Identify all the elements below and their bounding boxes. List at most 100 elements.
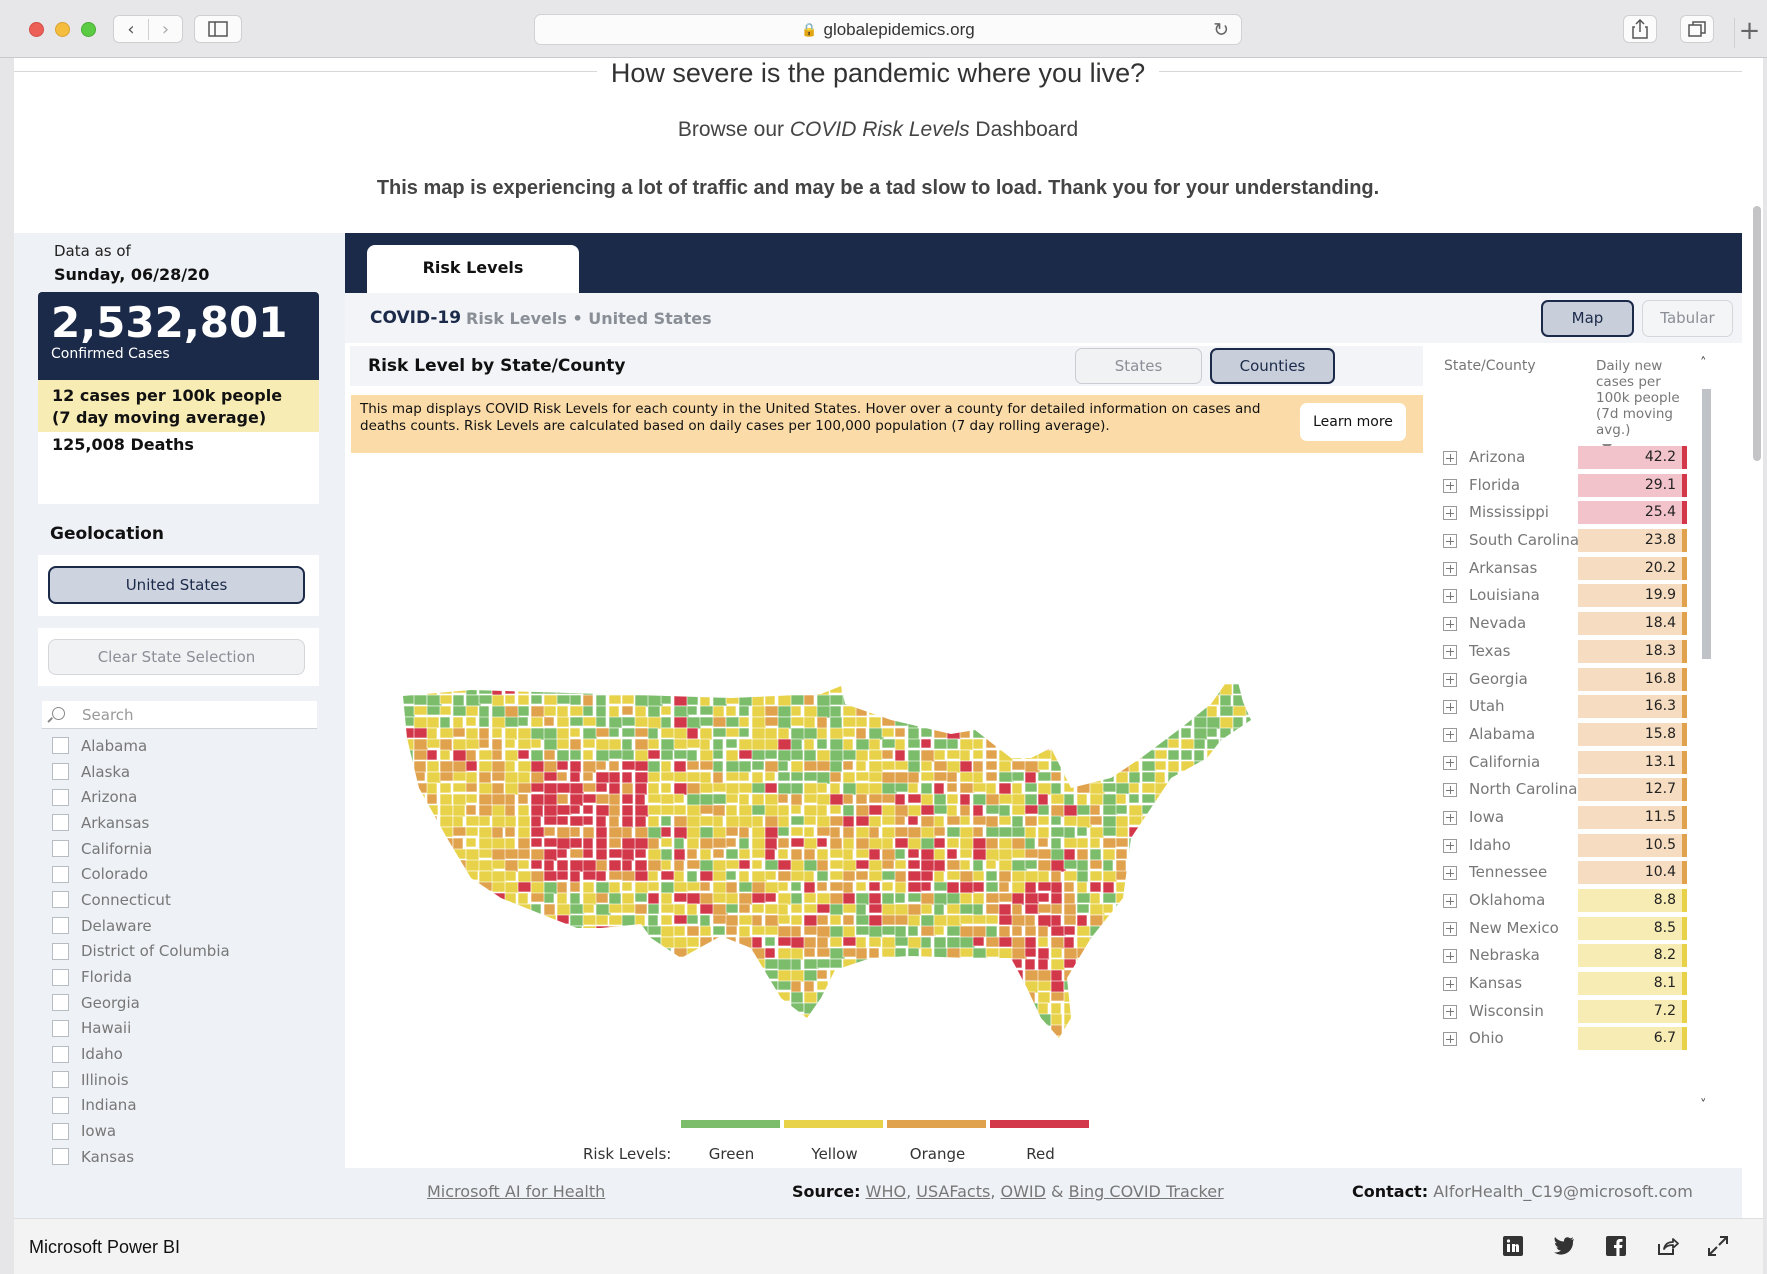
table-row[interactable]: Ohio 6.7 bbox=[1432, 1025, 1712, 1053]
state-checkbox[interactable] bbox=[52, 917, 69, 935]
map-view-button[interactable]: Map bbox=[1541, 300, 1634, 337]
state-checkbox[interactable] bbox=[52, 1122, 69, 1140]
linkedin-icon[interactable] bbox=[1501, 1234, 1525, 1258]
state-checkbox[interactable] bbox=[52, 865, 69, 883]
minimize-window-button[interactable] bbox=[55, 22, 70, 37]
facebook-icon[interactable] bbox=[1604, 1234, 1628, 1258]
share-report-icon[interactable] bbox=[1655, 1234, 1679, 1258]
state-checkbox[interactable] bbox=[52, 994, 69, 1012]
scroll-down-icon[interactable]: ˅ bbox=[1700, 1098, 1707, 1113]
county-risk-map[interactable] bbox=[351, 458, 1423, 1048]
state-filter-item[interactable]: Georgia bbox=[52, 990, 322, 1016]
table-row[interactable]: Mississippi 25.4 bbox=[1432, 499, 1712, 527]
table-row[interactable]: Alabama 15.8 bbox=[1432, 721, 1712, 749]
expand-icon[interactable] bbox=[1443, 672, 1457, 687]
expand-icon[interactable] bbox=[1443, 451, 1457, 465]
expand-icon[interactable] bbox=[1443, 617, 1457, 632]
state-checkbox[interactable] bbox=[52, 891, 69, 909]
state-checkbox[interactable] bbox=[52, 737, 69, 755]
new-tab-button[interactable]: + bbox=[1734, 18, 1764, 48]
table-row[interactable]: North Carolina 12.7 bbox=[1432, 776, 1712, 804]
state-checkbox[interactable] bbox=[52, 1148, 69, 1166]
state-filter-item[interactable]: Florida bbox=[52, 964, 322, 990]
state-checkbox[interactable] bbox=[52, 814, 69, 832]
table-row[interactable]: Oklahoma 8.8 bbox=[1432, 887, 1712, 915]
table-row[interactable]: California 13.1 bbox=[1432, 749, 1712, 777]
expand-icon[interactable] bbox=[1443, 727, 1457, 742]
learn-more-button[interactable]: Learn more bbox=[1300, 403, 1406, 441]
contact-email[interactable]: AIforHealth_C19@microsoft.com bbox=[1433, 1182, 1693, 1201]
state-checkbox[interactable] bbox=[52, 1019, 69, 1037]
tabular-view-button[interactable]: Tabular bbox=[1642, 300, 1733, 337]
expand-icon[interactable] bbox=[1443, 977, 1457, 992]
state-filter-item[interactable]: Kansas bbox=[52, 1144, 322, 1170]
table-row[interactable]: South Carolina 23.8 bbox=[1432, 527, 1712, 555]
state-search-input[interactable]: Search bbox=[42, 701, 317, 729]
state-filter-item[interactable]: Iowa bbox=[52, 1118, 322, 1144]
address-bar[interactable]: 🔒 globalepidemics.org ↻ bbox=[534, 14, 1242, 45]
table-row[interactable]: Idaho 10.5 bbox=[1432, 832, 1712, 860]
expand-icon[interactable] bbox=[1443, 755, 1457, 770]
united-states-button[interactable]: United States bbox=[48, 566, 305, 604]
source-link-usafacts[interactable]: USAFacts bbox=[916, 1182, 990, 1201]
forward-button[interactable]: › bbox=[147, 18, 182, 40]
state-checkbox[interactable] bbox=[52, 1071, 69, 1089]
table-row[interactable]: Louisiana 19.9 bbox=[1432, 582, 1712, 610]
table-row[interactable]: New Mexico 8.5 bbox=[1432, 915, 1712, 943]
table-row[interactable]: Iowa 11.5 bbox=[1432, 804, 1712, 832]
expand-icon[interactable] bbox=[1443, 949, 1457, 964]
ms-ai-health-link[interactable]: Microsoft AI for Health bbox=[427, 1182, 605, 1201]
state-checkbox[interactable] bbox=[52, 788, 69, 806]
state-filter-item[interactable]: Arkansas bbox=[52, 810, 322, 836]
state-filter-item[interactable]: Illinois bbox=[52, 1067, 322, 1093]
back-button[interactable]: ‹ bbox=[114, 19, 148, 40]
state-filter-item[interactable]: California bbox=[52, 836, 322, 862]
expand-icon[interactable] bbox=[1443, 644, 1457, 659]
state-filter-item[interactable]: Idaho bbox=[52, 1041, 322, 1067]
close-window-button[interactable] bbox=[29, 22, 44, 37]
tab-risk-levels[interactable]: Risk Levels bbox=[367, 245, 579, 293]
expand-icon[interactable] bbox=[1443, 866, 1457, 881]
state-filter-item[interactable]: Delaware bbox=[52, 913, 322, 939]
expand-icon[interactable] bbox=[1443, 894, 1457, 908]
states-toggle-button[interactable]: States bbox=[1075, 348, 1202, 384]
table-row[interactable]: Florida 29.1 bbox=[1432, 472, 1712, 500]
state-checkbox[interactable] bbox=[52, 1045, 69, 1063]
counties-toggle-button[interactable]: Counties bbox=[1210, 348, 1335, 384]
state-filter-item[interactable]: Alabama bbox=[52, 733, 322, 759]
state-checkbox[interactable] bbox=[52, 942, 69, 960]
expand-icon[interactable] bbox=[1443, 921, 1457, 936]
table-row[interactable]: Nevada 18.4 bbox=[1432, 610, 1712, 638]
fullscreen-icon[interactable] bbox=[1706, 1234, 1730, 1258]
tab-overview-button[interactable] bbox=[1680, 15, 1714, 43]
table-row[interactable]: Texas 18.3 bbox=[1432, 638, 1712, 666]
expand-icon[interactable] bbox=[1443, 1032, 1457, 1047]
reload-icon[interactable]: ↻ bbox=[1213, 19, 1229, 42]
table-row[interactable]: Kansas 8.1 bbox=[1432, 970, 1712, 998]
zoom-window-button[interactable] bbox=[81, 22, 96, 37]
expand-icon[interactable] bbox=[1443, 561, 1457, 576]
state-checkbox[interactable] bbox=[52, 968, 69, 986]
source-link-bing[interactable]: Bing COVID Tracker bbox=[1069, 1182, 1224, 1201]
expand-icon[interactable] bbox=[1443, 700, 1457, 715]
expand-icon[interactable] bbox=[1443, 810, 1457, 825]
expand-icon[interactable] bbox=[1443, 1004, 1457, 1019]
state-filter-item[interactable]: Colorado bbox=[52, 861, 322, 887]
share-button[interactable] bbox=[1623, 15, 1657, 43]
col-header-metric[interactable]: Daily new cases per 100k people (7d movi… bbox=[1596, 358, 1696, 438]
expand-icon[interactable] bbox=[1443, 589, 1457, 604]
col-header-state[interactable]: State/County bbox=[1444, 358, 1536, 374]
state-filter-item[interactable]: Indiana bbox=[52, 1093, 322, 1119]
source-link-owid[interactable]: OWID bbox=[1000, 1182, 1045, 1201]
table-row[interactable]: Nebraska 8.2 bbox=[1432, 942, 1712, 970]
state-checkbox[interactable] bbox=[52, 1096, 69, 1114]
source-link-who[interactable]: WHO bbox=[866, 1182, 906, 1201]
state-checkbox[interactable] bbox=[52, 840, 69, 858]
state-filter-item[interactable]: Alaska bbox=[52, 759, 322, 785]
clear-state-selection-button[interactable]: Clear State Selection bbox=[48, 639, 305, 675]
table-row[interactable]: Arizona 42.2 bbox=[1432, 444, 1712, 472]
table-row[interactable]: Arkansas 20.2 bbox=[1432, 555, 1712, 583]
state-filter-item[interactable]: Arizona bbox=[52, 784, 322, 810]
expand-icon[interactable] bbox=[1443, 506, 1457, 521]
state-filter-item[interactable]: Connecticut bbox=[52, 887, 322, 913]
